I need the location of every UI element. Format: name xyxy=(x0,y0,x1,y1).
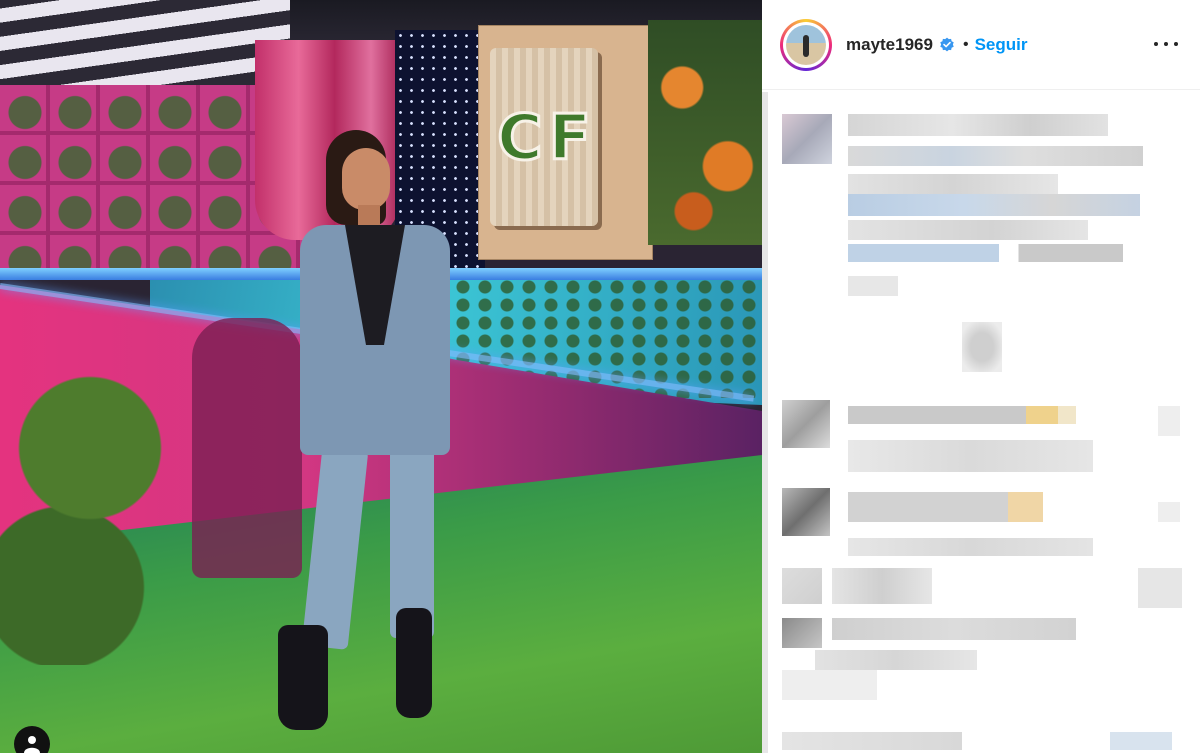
face xyxy=(342,148,390,210)
sign-letter-c: C xyxy=(496,99,544,175)
person-shadow xyxy=(192,318,302,578)
comment-text-blur xyxy=(832,568,932,604)
caption-hashtags-blur xyxy=(848,194,1140,216)
comment-meta-blur xyxy=(848,440,1093,472)
comment-text-blur xyxy=(832,618,1076,640)
caption-text-blur xyxy=(848,146,1143,166)
like-icon-blur[interactable] xyxy=(1158,502,1180,522)
comment-text-blur xyxy=(848,492,1043,522)
woman-figure xyxy=(278,130,480,740)
caption-avatar-blur xyxy=(782,114,832,164)
username-link[interactable]: mayte1969 xyxy=(846,35,933,55)
caption-text-blur xyxy=(848,114,1108,136)
caption-hashtags-blur xyxy=(848,244,1123,262)
comments-area xyxy=(780,110,1182,753)
caption-text-blur xyxy=(848,174,1058,194)
cf-logo-sign: C F xyxy=(490,48,598,226)
boot-left xyxy=(278,625,328,730)
verified-badge-icon xyxy=(940,37,954,51)
caption-time-blur xyxy=(848,276,898,296)
post-sidebar: mayte1969 • Seguir xyxy=(762,0,1200,753)
avatar[interactable] xyxy=(786,24,826,65)
comment-meta-blur xyxy=(782,670,877,700)
striped-wall xyxy=(0,0,290,95)
post-photo[interactable]: C F xyxy=(0,0,762,753)
post-header: mayte1969 • Seguir xyxy=(762,0,1200,90)
comment-avatar-blur xyxy=(782,568,822,604)
story-ring[interactable] xyxy=(780,18,832,71)
comment-avatar-blur xyxy=(782,488,830,536)
boot-right xyxy=(396,608,432,718)
like-icon-blur[interactable] xyxy=(1158,406,1180,436)
comment-text-blur xyxy=(1110,732,1172,750)
green-bush xyxy=(0,355,180,665)
comment-text-blur xyxy=(782,732,962,750)
sign-letter-f: F xyxy=(547,99,592,175)
more-options-icon[interactable] xyxy=(1154,34,1178,54)
follow-button[interactable]: Seguir xyxy=(975,35,1028,55)
like-icon-blur[interactable] xyxy=(1138,568,1182,608)
separator-dot: • xyxy=(962,35,969,53)
flower-wall xyxy=(648,20,762,245)
caption-text-blur xyxy=(848,220,1088,240)
comment-avatar-blur xyxy=(782,400,830,448)
user-icon xyxy=(24,736,40,753)
comment-avatar-blur xyxy=(782,618,822,648)
scrollbar[interactable] xyxy=(762,92,768,753)
comment-text-blur xyxy=(815,650,977,670)
load-more-blur[interactable] xyxy=(962,322,1002,372)
pants-left-leg xyxy=(301,446,369,650)
comment-meta-blur xyxy=(848,538,1093,556)
comment-text-blur xyxy=(848,406,1076,424)
